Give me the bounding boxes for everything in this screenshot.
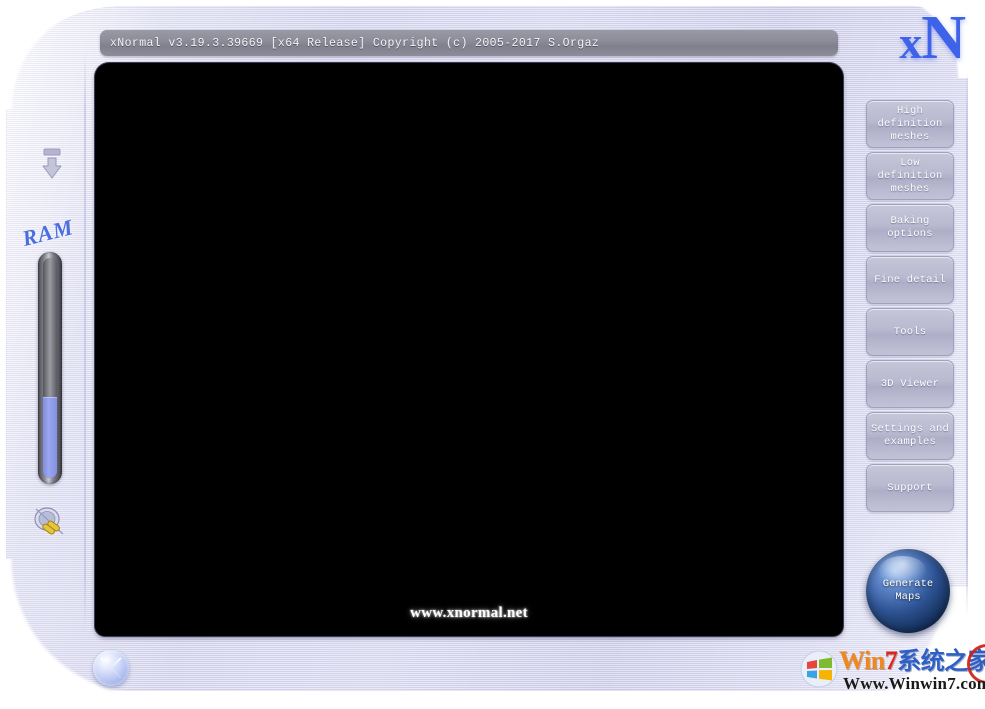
- ram-gauge-fill: [43, 396, 57, 478]
- rail-button-support[interactable]: Support: [866, 464, 954, 512]
- logo-n: N: [921, 4, 966, 72]
- down-arrow-icon[interactable]: [38, 148, 66, 182]
- power-plug-icon[interactable]: [32, 505, 70, 539]
- left-rail-seam: [84, 52, 86, 632]
- rail-button-low-definition-meshes[interactable]: Low definition meshes: [866, 152, 954, 200]
- xnormal-logo: xN: [855, 2, 971, 78]
- power-plug-glyph: [34, 507, 64, 535]
- render-viewport[interactable]: www.xnormal.net: [95, 63, 843, 636]
- rail-button-fine-detail[interactable]: Fine detail: [866, 256, 954, 304]
- rail-button-tools[interactable]: Tools: [866, 308, 954, 356]
- generate-maps-button[interactable]: Generate Maps: [866, 549, 950, 633]
- watermark-url: Www.Winwin7.com: [843, 674, 985, 693]
- rail-button-settings-and-examples[interactable]: Settings and examples: [866, 412, 954, 460]
- watermark-brand: Win7系统之家: [839, 644, 985, 684]
- site-watermark: Win7系统之家 Www.Winwin7.com: [795, 644, 985, 696]
- watermark-brand-win: Win: [839, 646, 885, 675]
- logo-x: x: [899, 17, 922, 68]
- generate-maps-label: Generate Maps: [882, 578, 934, 603]
- rail-button-baking-options[interactable]: Baking options: [866, 204, 954, 252]
- title-bar[interactable]: xNormal v3.19.3.39669 [x64 Release] Copy…: [100, 30, 838, 56]
- rail-button-3d-viewer[interactable]: 3D Viewer: [866, 360, 954, 408]
- watermark-brand-seven: 7: [884, 646, 898, 675]
- ram-gauge: [38, 252, 62, 484]
- window-title: xNormal v3.19.3.39669 [x64 Release] Copy…: [110, 36, 600, 50]
- rail-button-high-definition-meshes[interactable]: High definition meshes: [866, 100, 954, 148]
- button-rail: High definition meshes Low definition mes…: [866, 100, 954, 516]
- right-rail-seam: [966, 70, 968, 616]
- close-orb-icon[interactable]: [93, 650, 129, 686]
- windows-logo-icon: [800, 650, 838, 688]
- down-arrow-glyph: [42, 148, 62, 179]
- xnormal-window: xNormal v3.19.3.39669 [x64 Release] Copy…: [0, 0, 985, 709]
- viewport-watermark: www.xnormal.net: [410, 605, 528, 621]
